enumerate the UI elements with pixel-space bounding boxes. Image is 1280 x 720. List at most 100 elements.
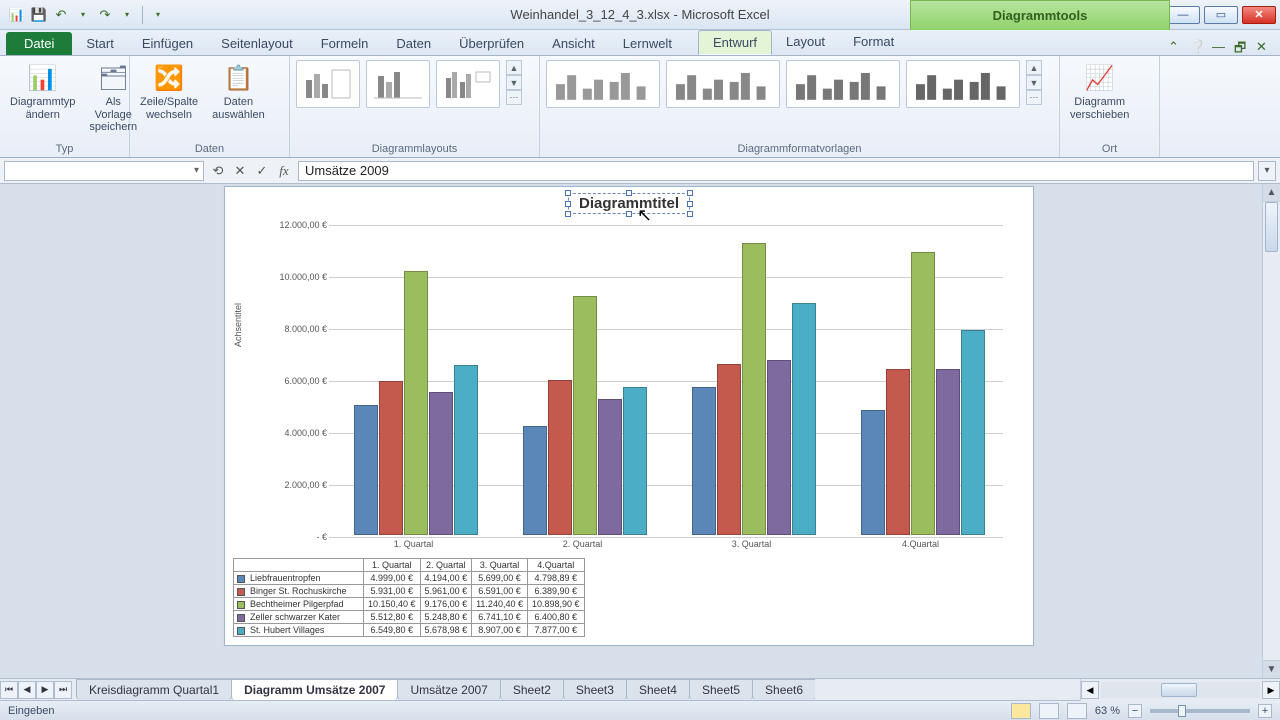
layout-gallery-up[interactable]: ▲ — [506, 60, 522, 75]
bar[interactable] — [454, 365, 478, 535]
sheet-tab[interactable]: Kreisdiagramm Quartal1 — [76, 679, 232, 700]
chart-style-2[interactable] — [666, 60, 780, 108]
sheet-tab[interactable]: Sheet5 — [689, 679, 753, 700]
bar[interactable] — [886, 369, 910, 535]
tab-file[interactable]: Datei — [6, 32, 72, 55]
worksheet-area[interactable]: Diagrammtitel ↖ Achsentitel 12.000,00 €1… — [0, 184, 1280, 678]
confirm-edit-button[interactable]: ✓ — [252, 161, 272, 181]
bar[interactable] — [548, 380, 572, 535]
sheet-tab[interactable]: Sheet4 — [626, 679, 690, 700]
tab-einfügen[interactable]: Einfügen — [128, 32, 207, 55]
tab-daten[interactable]: Daten — [382, 32, 445, 55]
view-normal-button[interactable] — [1011, 703, 1031, 719]
zoom-in-button[interactable]: + — [1258, 704, 1272, 718]
tab-format[interactable]: Format — [839, 30, 908, 55]
sheet-tab[interactable]: Sheet6 — [752, 679, 815, 700]
sheet-tab[interactable]: Umsätze 2007 — [397, 679, 500, 700]
zoom-out-button[interactable]: − — [1128, 704, 1142, 718]
bar[interactable] — [404, 271, 428, 535]
window-min-icon[interactable]: — — [1212, 39, 1228, 55]
sheet-tab[interactable]: Sheet3 — [563, 679, 627, 700]
vertical-scrollbar[interactable]: ▲ ▼ — [1262, 184, 1280, 678]
bar[interactable] — [911, 252, 935, 535]
close-button[interactable]: ✕ — [1242, 6, 1276, 24]
chart-style-1[interactable] — [546, 60, 660, 108]
plot-area[interactable] — [329, 225, 1003, 535]
bar[interactable] — [692, 387, 716, 535]
chart-layout-2[interactable] — [366, 60, 430, 108]
chart-layout-1[interactable] — [296, 60, 360, 108]
bar[interactable] — [354, 405, 378, 535]
bar[interactable] — [961, 330, 985, 535]
tab-formeln[interactable]: Formeln — [307, 32, 383, 55]
ribbon-minimize-icon[interactable]: ⌃ — [1168, 39, 1184, 55]
style-gallery-more[interactable]: ⋯ — [1026, 90, 1042, 105]
change-chart-type-button[interactable]: 📊Diagrammtyp ändern — [6, 60, 79, 123]
bar[interactable] — [379, 381, 403, 535]
cancel-edit-button[interactable]: ✕ — [230, 161, 250, 181]
bar[interactable] — [623, 387, 647, 535]
sheet-tab[interactable]: Diagramm Umsätze 2007 — [231, 679, 398, 700]
switch-row-col-button[interactable]: 🔀Zeile/Spalte wechseln — [136, 60, 202, 123]
name-box[interactable]: ▾ — [4, 161, 204, 181]
formula-input[interactable] — [298, 161, 1254, 181]
help-icon[interactable]: ❔ — [1190, 39, 1206, 55]
undo-more-icon[interactable]: ▾ — [74, 6, 92, 24]
expand-formula-bar[interactable]: ▾ — [1258, 161, 1276, 181]
move-chart-button[interactable]: 📈Diagramm verschieben — [1066, 60, 1133, 123]
qat-customize-icon[interactable]: ▾ — [149, 6, 167, 24]
chart-style-4[interactable] — [906, 60, 1020, 108]
chart-title[interactable]: Diagrammtitel — [568, 193, 690, 214]
sheet-nav-prev[interactable]: ◀ — [18, 681, 36, 699]
minimize-button[interactable]: — — [1166, 6, 1200, 24]
bar[interactable] — [573, 296, 597, 535]
bar[interactable] — [861, 410, 885, 535]
bar[interactable] — [523, 426, 547, 535]
scroll-down-icon[interactable]: ▼ — [1263, 660, 1280, 678]
scroll-thumb[interactable] — [1265, 202, 1278, 252]
insert-function-button[interactable]: fx — [274, 161, 294, 181]
view-pagelayout-button[interactable] — [1039, 703, 1059, 719]
chart-style-3[interactable] — [786, 60, 900, 108]
view-pagebreak-button[interactable] — [1067, 703, 1087, 719]
sheet-tab[interactable]: Sheet2 — [500, 679, 564, 700]
chart-object[interactable]: Diagrammtitel ↖ Achsentitel 12.000,00 €1… — [224, 186, 1034, 646]
save-icon[interactable]: 💾 — [30, 6, 48, 24]
redo-icon[interactable]: ↷ — [96, 6, 114, 24]
tab-lernwelt[interactable]: Lernwelt — [609, 32, 686, 55]
sheet-nav-first[interactable]: ⏮ — [0, 681, 18, 699]
bar[interactable] — [767, 360, 791, 535]
scroll-up-icon[interactable]: ▲ — [1263, 184, 1280, 202]
sheet-nav-next[interactable]: ▶ — [36, 681, 54, 699]
style-gallery-up[interactable]: ▲ — [1026, 60, 1042, 75]
bar[interactable] — [598, 399, 622, 535]
bar[interactable] — [742, 243, 766, 535]
chart-layout-3[interactable] — [436, 60, 500, 108]
tab-start[interactable]: Start — [72, 32, 127, 55]
hscroll-left-icon[interactable]: ◀ — [1081, 681, 1099, 699]
tab-layout[interactable]: Layout — [772, 30, 839, 55]
window-close-icon[interactable]: ✕ — [1256, 39, 1272, 55]
bar[interactable] — [936, 369, 960, 535]
bar[interactable] — [792, 303, 816, 535]
tab-entwurf[interactable]: Entwurf — [698, 30, 772, 55]
redo-more-icon[interactable]: ▾ — [118, 6, 136, 24]
chevron-down-icon[interactable]: ▾ — [194, 165, 199, 176]
layout-gallery-down[interactable]: ▼ — [506, 75, 522, 90]
formula-refresh-icon[interactable]: ⟲ — [208, 161, 228, 181]
tab-seitenlayout[interactable]: Seitenlayout — [207, 32, 307, 55]
zoom-slider[interactable] — [1150, 709, 1250, 713]
layout-gallery-more[interactable]: ⋯ — [506, 90, 522, 105]
window-restore-icon[interactable]: 🗗 — [1234, 39, 1250, 55]
tab-ansicht[interactable]: Ansicht — [538, 32, 609, 55]
bar[interactable] — [717, 364, 741, 535]
tab-überprüfen[interactable]: Überprüfen — [445, 32, 538, 55]
maximize-button[interactable]: ▭ — [1204, 6, 1238, 24]
bar[interactable] — [429, 392, 453, 535]
style-gallery-down[interactable]: ▼ — [1026, 75, 1042, 90]
undo-icon[interactable]: ↶ — [52, 6, 70, 24]
hscroll-thumb[interactable] — [1161, 683, 1197, 697]
hscroll-right-icon[interactable]: ▶ — [1262, 681, 1280, 699]
horizontal-scrollbar[interactable]: ◀ ▶ — [1080, 679, 1280, 701]
select-data-button[interactable]: 📋Daten auswählen — [208, 60, 269, 123]
